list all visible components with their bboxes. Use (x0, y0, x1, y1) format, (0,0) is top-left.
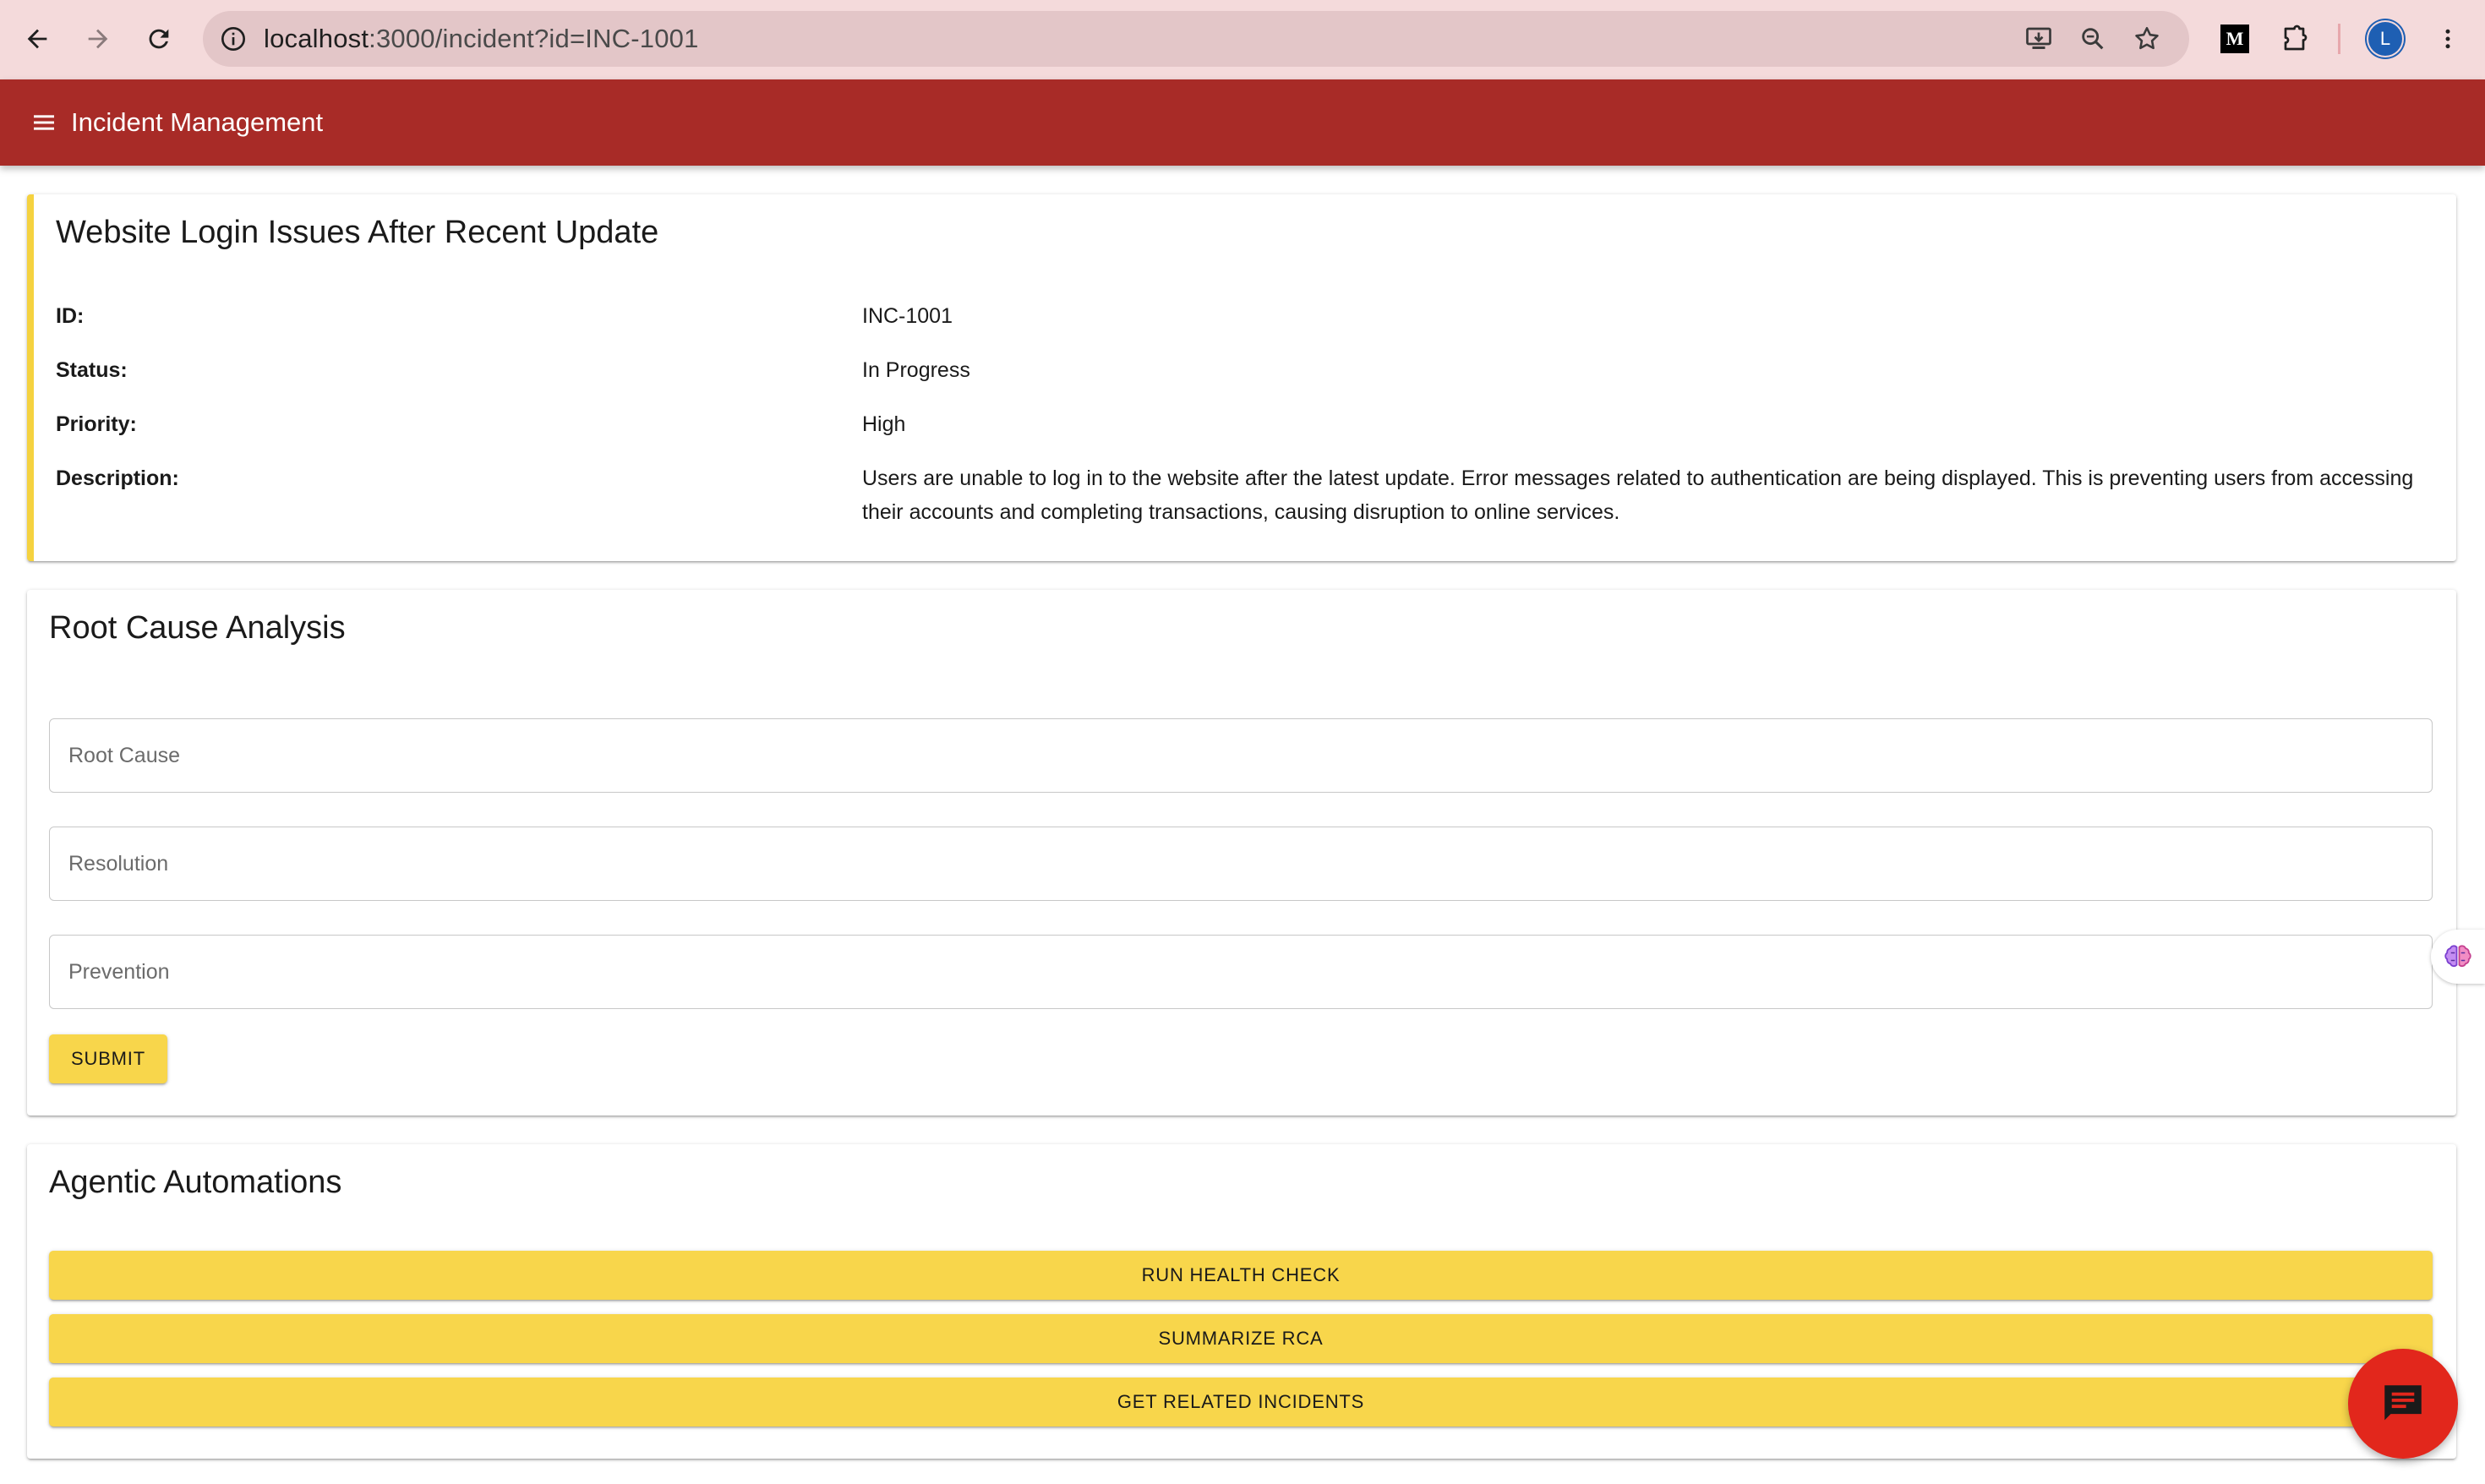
incident-description-label: Description: (56, 466, 179, 490)
submit-button[interactable]: SUBMIT (49, 1034, 167, 1083)
zoom-icon[interactable] (2076, 22, 2110, 56)
back-button[interactable] (15, 17, 59, 61)
address-bar[interactable]: localhost:3000/incident?id=INC-1001 (203, 11, 2189, 67)
incident-description-value: Users are unable to log in to the websit… (862, 466, 2414, 524)
url-path: :3000/incident?id=INC-1001 (369, 24, 699, 53)
rca-section-title: Root Cause Analysis (49, 610, 346, 646)
incident-status-label: Status: (56, 358, 128, 382)
agentic-automations-card: Agentic Automations RUN HEALTH CHECK SUM… (27, 1144, 2456, 1459)
hamburger-menu-icon[interactable] (24, 102, 64, 143)
app-title: Incident Management (71, 107, 324, 137)
incident-id-label: ID: (56, 304, 85, 328)
profile-button[interactable]: L (2365, 19, 2406, 59)
forward-button[interactable] (76, 17, 120, 61)
browser-toolbar: localhost:3000/incident?id=INC-1001 M L (0, 0, 2485, 79)
run-health-check-button[interactable]: RUN HEALTH CHECK (49, 1251, 2433, 1300)
root-cause-field[interactable] (49, 718, 2433, 793)
url-text[interactable]: localhost:3000/incident?id=INC-1001 (264, 11, 699, 67)
incident-priority-value: High (862, 412, 906, 436)
back-arrow-icon (27, 29, 47, 49)
resolution-field[interactable] (49, 827, 2433, 901)
incident-id-value: INC-1001 (862, 304, 953, 328)
forward-arrow-icon (88, 29, 108, 49)
reload-icon (149, 29, 169, 49)
prevention-field[interactable] (49, 935, 2433, 1009)
chat-icon (2384, 1385, 2422, 1421)
app-bar: Incident Management (0, 79, 2485, 166)
bookmark-star-icon[interactable] (2130, 22, 2164, 56)
root-cause-input[interactable] (50, 719, 2432, 792)
browser-menu-icon[interactable] (2428, 19, 2468, 59)
chat-button[interactable] (2348, 1349, 2458, 1459)
root-cause-analysis-card: Root Cause Analysis SUBMIT (27, 590, 2456, 1116)
extensions-puzzle-icon[interactable] (2275, 19, 2316, 59)
reload-button[interactable] (137, 17, 181, 61)
incident-title: Website Login Issues After Recent Update (56, 215, 659, 250)
incident-priority-label: Priority: (56, 412, 137, 436)
brain-icon (2444, 945, 2471, 968)
url-host: localhost (264, 24, 369, 53)
incident-status-value: In Progress (862, 358, 970, 382)
medium-extension-icon[interactable]: M (2215, 19, 2255, 59)
automations-section-title: Agentic Automations (49, 1165, 342, 1200)
summarize-rca-button[interactable]: SUMMARIZE RCA (49, 1314, 2433, 1363)
toolbar-divider (2338, 24, 2340, 54)
install-app-icon[interactable] (2022, 22, 2056, 56)
medium-logo: M (2220, 25, 2249, 53)
brain-extension-tab[interactable] (2431, 930, 2485, 984)
prevention-input[interactable] (50, 936, 2432, 1008)
incident-details-card: Website Login Issues After Recent Update… (27, 194, 2456, 561)
get-related-incidents-button[interactable]: GET RELATED INCIDENTS (49, 1378, 2433, 1427)
site-info-icon[interactable] (215, 20, 252, 57)
avatar: L (2368, 22, 2402, 56)
resolution-input[interactable] (50, 827, 2432, 900)
